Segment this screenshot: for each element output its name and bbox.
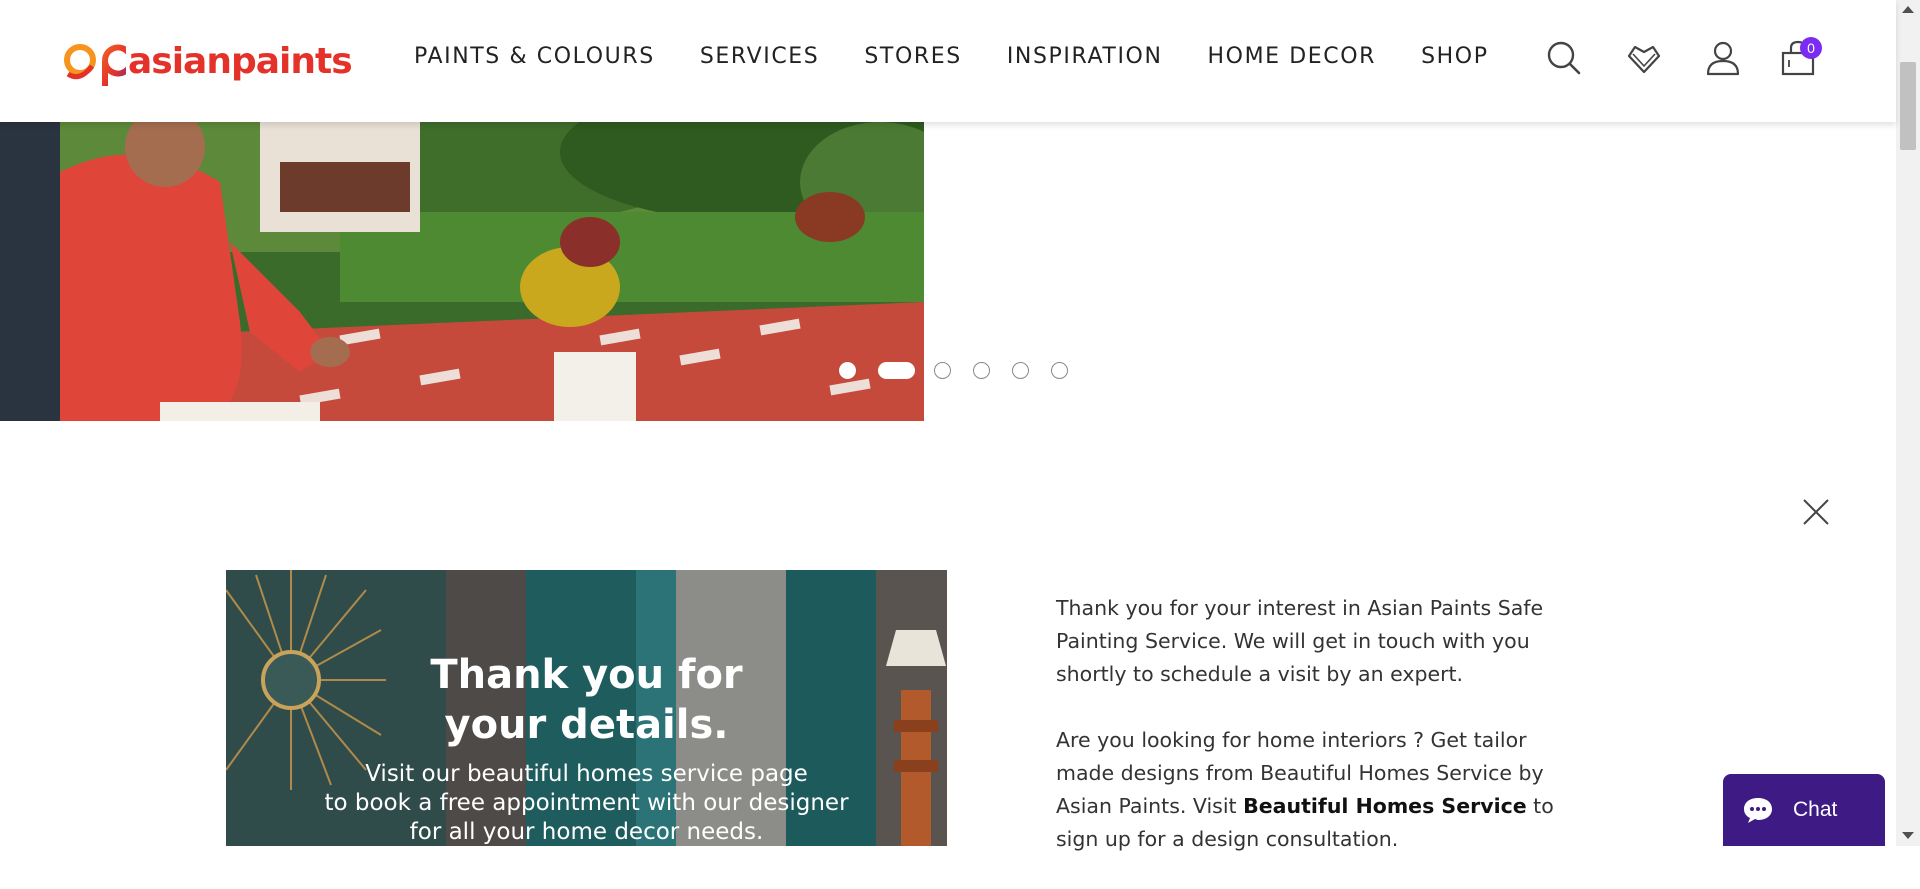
- confirmation-paragraph: Thank you for your interest in Asian Pai…: [1056, 596, 1544, 686]
- logo-wordmark: asianpaints: [128, 41, 353, 82]
- scroll-down-arrow-icon[interactable]: [1902, 832, 1914, 839]
- nav-item-inspiration[interactable]: INSPIRATION: [1007, 44, 1163, 69]
- scrollbar-thumb[interactable]: [1900, 62, 1916, 150]
- carousel-dot-5[interactable]: [1012, 362, 1029, 379]
- close-icon[interactable]: [1802, 498, 1830, 526]
- confirmation-message: Thank you for your interest in Asian Pai…: [1056, 592, 1576, 889]
- nav-item-stores[interactable]: STORES: [864, 44, 961, 69]
- cart-count-badge: 0: [1800, 37, 1822, 59]
- thank-you-subtext-line3: for all your home decor needs.: [409, 819, 764, 845]
- hero-banner-image: [0, 122, 924, 421]
- logo-mark-icon: [64, 44, 126, 86]
- thank-you-subtext: Visit our beautiful homes service page t…: [226, 760, 947, 846]
- thank-you-subtext-line1: Visit our beautiful homes service page: [365, 761, 808, 787]
- thank-you-heading-line1: Thank you for: [430, 652, 743, 698]
- main-nav: PAINTS & COLOURS SERVICES STORES INSPIRA…: [414, 44, 1534, 69]
- beautiful-homes-service-link[interactable]: Beautiful Homes Service: [1243, 794, 1527, 818]
- carousel-dot-2-active[interactable]: [878, 362, 915, 379]
- chat-label: Chat: [1793, 798, 1838, 821]
- thank-you-heading-line2: your details.: [444, 702, 729, 748]
- carousel-dot-3[interactable]: [934, 362, 951, 379]
- site-header: asianpaints PAINTS & COLOURS SERVICES ST…: [0, 0, 1896, 122]
- chat-bubble-icon: [1744, 798, 1772, 823]
- scroll-up-arrow-icon[interactable]: [1902, 6, 1914, 13]
- carousel-pagination: [839, 362, 1090, 379]
- nav-item-shop[interactable]: SHOP: [1421, 44, 1489, 69]
- thank-you-banner-image: Thank you for your details. Visit our be…: [226, 570, 947, 846]
- nav-item-services[interactable]: SERVICES: [700, 44, 820, 69]
- carousel-dot-6[interactable]: [1051, 362, 1068, 379]
- thank-you-heading: Thank you for your details.: [226, 650, 947, 750]
- carousel-dot-1[interactable]: [839, 362, 856, 379]
- user-icon[interactable]: [1703, 38, 1743, 78]
- chat-button[interactable]: Chat: [1723, 774, 1885, 846]
- carousel-dot-4[interactable]: [973, 362, 990, 379]
- beautiful-homes-paragraph: Are you looking for home interiors ? Get…: [1056, 724, 1576, 856]
- search-icon[interactable]: [1544, 38, 1584, 78]
- heart-icon[interactable]: [1624, 38, 1664, 78]
- hero-scene-illustration: [0, 122, 924, 421]
- asianpaints-logo[interactable]: asianpaints: [60, 36, 353, 88]
- nav-item-paints-colours[interactable]: PAINTS & COLOURS: [414, 44, 655, 69]
- thank-you-subtext-line2: to book a free appointment with our desi…: [324, 790, 849, 816]
- nav-item-home-decor[interactable]: HOME DECOR: [1208, 44, 1377, 69]
